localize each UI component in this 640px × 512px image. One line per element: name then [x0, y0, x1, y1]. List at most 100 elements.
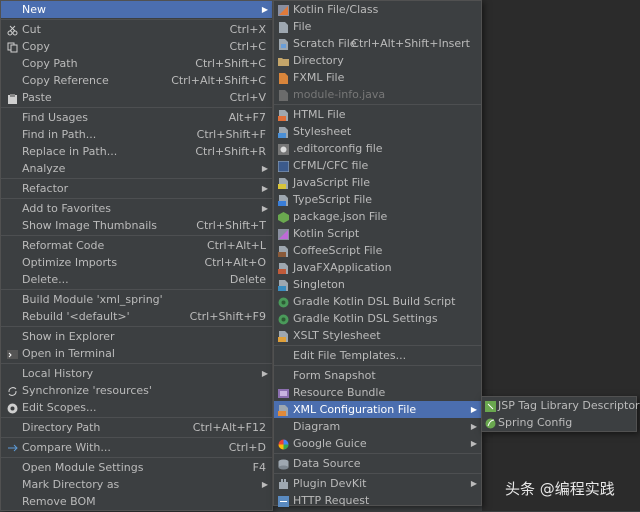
stylesheet-icon: [278, 126, 289, 138]
new-item-data-source[interactable]: Data Source: [274, 455, 481, 472]
new-item-kotlin-script[interactable]: Kotlin Script: [274, 225, 481, 242]
menu-separator: [1, 235, 272, 236]
gradle-icon: [278, 313, 289, 325]
menu-item-build-module-xml-spring[interactable]: Build Module 'xml_spring': [1, 291, 272, 308]
new-item-file[interactable]: File: [274, 18, 481, 35]
new-item-http-request[interactable]: HTTP Request: [274, 492, 481, 509]
menu-item-optimize-imports[interactable]: Optimize Imports Ctrl+Alt+O: [1, 254, 272, 271]
menu-item-reformat-code[interactable]: Reformat Code Ctrl+Alt+L: [1, 237, 272, 254]
menu-item-label: Copy Path: [22, 57, 78, 70]
new-item-html-file[interactable]: HTML File: [274, 106, 481, 123]
menu-item-label: Spring Config: [498, 416, 573, 429]
menu-item-label: Refactor: [22, 182, 69, 195]
menu-item-shortcut: Ctrl+Alt+Shift+C: [171, 74, 266, 87]
menu-separator: [1, 198, 272, 199]
menu-item-find-usages[interactable]: Find Usages Alt+F7: [1, 109, 272, 126]
new-item-cfml-cfc-file[interactable]: CFML/CFC file: [274, 157, 481, 174]
menu-item-label: TypeScript File: [293, 193, 373, 206]
menu-item-synchronize-resources[interactable]: Synchronize 'resources': [1, 382, 272, 399]
menu-item-label: Directory: [293, 54, 344, 67]
menu-item-label: Google Guice: [293, 437, 367, 450]
google-icon: [278, 438, 289, 450]
menu-separator: [274, 104, 481, 105]
menu-separator: [1, 107, 272, 108]
new-item-gradle-kotlin-dsl-settings[interactable]: Gradle Kotlin DSL Settings: [274, 310, 481, 327]
menu-item-cut[interactable]: Cut Ctrl+X: [1, 21, 272, 38]
new-item-xml-configuration-file[interactable]: XML Configuration File ▶: [274, 401, 481, 418]
new-item-singleton[interactable]: Singleton: [274, 276, 481, 293]
new-item-coffeescript-file[interactable]: CoffeeScript File: [274, 242, 481, 259]
menu-item-show-image-thumbnails[interactable]: Show Image Thumbnails Ctrl+Shift+T: [1, 217, 272, 234]
new-item-package-json-file[interactable]: package.json File: [274, 208, 481, 225]
new-item-typescript-file[interactable]: TypeScript File: [274, 191, 481, 208]
menu-item-find-in-path[interactable]: Find in Path... Ctrl+Shift+F: [1, 126, 272, 143]
new-item-xslt-stylesheet[interactable]: XSLT Stylesheet: [274, 327, 481, 344]
menu-item-shortcut: Ctrl+V: [229, 91, 266, 104]
menu-item-label: Synchronize 'resources': [22, 384, 152, 397]
menu-item-mark-directory-as[interactable]: Mark Directory as ▶: [1, 476, 272, 493]
new-item-resource-bundle[interactable]: Resource Bundle: [274, 384, 481, 401]
editor-background: [482, 0, 640, 511]
menu-item-open-in-terminal[interactable]: Open in Terminal: [1, 345, 272, 362]
menu-item-label: XSLT Stylesheet: [293, 329, 381, 342]
new-item-form-snapshot[interactable]: Form Snapshot: [274, 367, 481, 384]
folder-icon: [278, 55, 289, 66]
menu-item-label: Copy: [22, 40, 50, 53]
submenu-arrow-icon: ▶: [261, 5, 268, 14]
menu-item-replace-in-path[interactable]: Replace in Path... Ctrl+Shift+R: [1, 143, 272, 160]
menu-item-label: Kotlin Script: [293, 227, 360, 240]
menu-item-delete[interactable]: Delete... Delete: [1, 271, 272, 288]
menu-separator: [1, 289, 272, 290]
menu-item-new[interactable]: New ▶: [1, 1, 272, 18]
javafx-icon: [278, 262, 289, 274]
new-item-kotlin-file-class[interactable]: Kotlin File/Class: [274, 1, 481, 18]
new-item-javascript-file[interactable]: JavaScript File: [274, 174, 481, 191]
xml-item-jsp-tag-library-descriptor[interactable]: JSP Tag Library Descriptor: [482, 397, 640, 414]
menu-item-add-to-favorites[interactable]: Add to Favorites ▶: [1, 200, 272, 217]
menu-item-shortcut: Delete: [229, 273, 266, 286]
menu-item-edit-scopes[interactable]: Edit Scopes...: [1, 399, 272, 416]
new-item-scratch-file[interactable]: Scratch File Ctrl+Alt+Shift+Insert: [274, 35, 481, 52]
new-item-diagram[interactable]: Diagram ▶: [274, 418, 481, 435]
menu-item-label: Stylesheet: [293, 125, 352, 138]
new-item-plugin-devkit[interactable]: Plugin DevKit ▶: [274, 475, 481, 492]
menu-item-copy-path[interactable]: Copy Path Ctrl+Shift+C: [1, 55, 272, 72]
menu-item-compare-with[interactable]: Compare With... Ctrl+D: [1, 439, 272, 456]
new-item-javafxapplication[interactable]: JavaFXApplication: [274, 259, 481, 276]
menu-item-shortcut: Ctrl+Shift+F: [196, 128, 266, 141]
menu-item-label: Build Module 'xml_spring': [22, 293, 163, 306]
menu-item-label: Data Source: [293, 457, 361, 470]
javascript-file-icon: [278, 177, 289, 189]
submenu-arrow-icon: ▶: [470, 439, 477, 448]
cfml-icon: [277, 160, 290, 173]
paste-icon: [7, 92, 18, 104]
menu-item-label: Singleton: [293, 278, 345, 291]
menu-item-open-module-settings[interactable]: Open Module Settings F4: [1, 459, 272, 476]
menu-item-analyze[interactable]: Analyze ▶: [1, 160, 272, 177]
new-item-gradle-kotlin-dsl-build-script[interactable]: Gradle Kotlin DSL Build Script: [274, 293, 481, 310]
menu-item-show-in-explorer[interactable]: Show in Explorer: [1, 328, 272, 345]
menu-item-shortcut: Ctrl+Alt+Shift+Insert: [351, 37, 470, 50]
scratch-file-icon: [278, 38, 289, 50]
menu-item-copy[interactable]: Copy Ctrl+C: [1, 38, 272, 55]
menu-item-local-history[interactable]: Local History ▶: [1, 365, 272, 382]
new-item-editorconfig-file[interactable]: .editorconfig file: [274, 140, 481, 157]
menu-item-copy-reference[interactable]: Copy Reference Ctrl+Alt+Shift+C: [1, 72, 272, 89]
menu-item-label: Kotlin File/Class: [293, 3, 379, 16]
new-item-google-guice[interactable]: Google Guice ▶: [274, 435, 481, 452]
menu-item-directory-path[interactable]: Directory Path Ctrl+Alt+F12: [1, 419, 272, 436]
menu-item-remove-bom[interactable]: Remove BOM: [1, 493, 272, 510]
xml-item-spring-config[interactable]: Spring Config: [482, 414, 636, 431]
menu-item-label: Remove BOM: [22, 495, 96, 508]
menu-item-shortcut: Ctrl+Shift+T: [196, 219, 266, 232]
new-item-stylesheet[interactable]: Stylesheet: [274, 123, 481, 140]
menu-item-refactor[interactable]: Refactor ▶: [1, 180, 272, 197]
menu-item-paste[interactable]: Paste Ctrl+V: [1, 89, 272, 106]
new-item-edit-file-templates[interactable]: Edit File Templates...: [274, 347, 481, 364]
menu-item-rebuild-default[interactable]: Rebuild '<default>' Ctrl+Shift+F9: [1, 308, 272, 325]
submenu-arrow-icon: ▶: [261, 164, 268, 173]
new-item-fxml-file[interactable]: FXML File: [274, 69, 481, 86]
new-item-directory[interactable]: Directory: [274, 52, 481, 69]
fxml-file-icon: [278, 72, 289, 84]
menu-item-label: Local History: [22, 367, 94, 380]
